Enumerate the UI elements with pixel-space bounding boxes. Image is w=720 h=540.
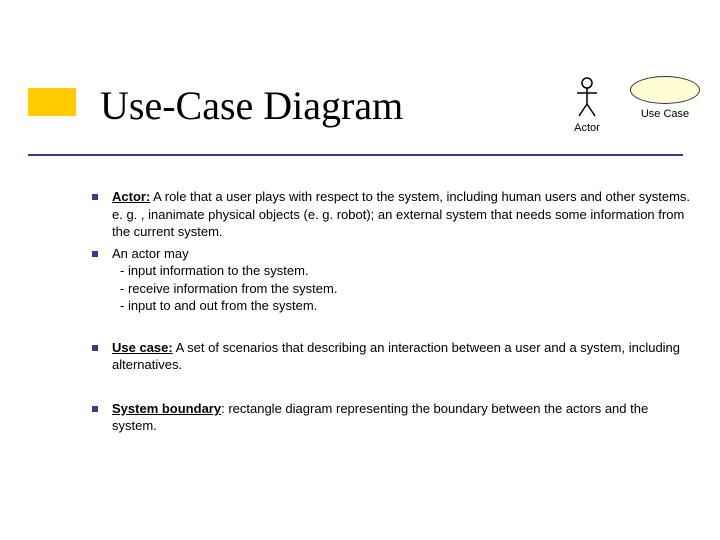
bullet-usecase: Use case: A set of scenarios that descri… bbox=[92, 339, 692, 374]
square-bullet-icon bbox=[92, 345, 98, 351]
subline: - receive information from the system. bbox=[120, 280, 337, 298]
subline: - input information to the system. bbox=[120, 262, 337, 280]
rest-actor: A role that a user plays with respect to… bbox=[112, 189, 690, 239]
subline: - input to and out from the system. bbox=[120, 297, 337, 315]
bullet-actor-may: An actor may - input information to the … bbox=[92, 245, 692, 315]
actor-symbol: Actor bbox=[572, 76, 602, 134]
bullet-actor: Actor: A role that a user plays with res… bbox=[92, 188, 692, 241]
actor-symbol-label: Actor bbox=[574, 122, 600, 134]
usecase-symbol-label: Use Case bbox=[641, 108, 689, 120]
term-boundary: System boundary bbox=[112, 401, 221, 416]
square-bullet-icon bbox=[92, 251, 98, 257]
slide-title: Use-Case Diagram bbox=[100, 82, 403, 129]
lead-actor-may: An actor may bbox=[112, 245, 337, 263]
legend-symbols: Actor Use Case bbox=[572, 76, 700, 134]
term-usecase: Use case: bbox=[112, 340, 173, 355]
bullet-boundary: System boundary: rectangle diagram repre… bbox=[92, 400, 692, 435]
bullet-text: Actor: A role that a user plays with res… bbox=[112, 188, 692, 241]
bullet-text: An actor may - input information to the … bbox=[112, 245, 337, 315]
ellipse-icon bbox=[630, 76, 700, 104]
term-actor: Actor: bbox=[112, 189, 150, 204]
content-area: Actor: A role that a user plays with res… bbox=[92, 188, 692, 439]
square-bullet-icon bbox=[92, 406, 98, 412]
title-underline bbox=[28, 154, 683, 156]
accent-bar bbox=[28, 88, 76, 116]
bullet-text: System boundary: rectangle diagram repre… bbox=[112, 400, 692, 435]
stickman-icon bbox=[572, 76, 602, 118]
usecase-symbol: Use Case bbox=[630, 76, 700, 120]
square-bullet-icon bbox=[92, 194, 98, 200]
bullet-text: Use case: A set of scenarios that descri… bbox=[112, 339, 692, 374]
rest-usecase: A set of scenarios that describing an in… bbox=[112, 340, 680, 373]
